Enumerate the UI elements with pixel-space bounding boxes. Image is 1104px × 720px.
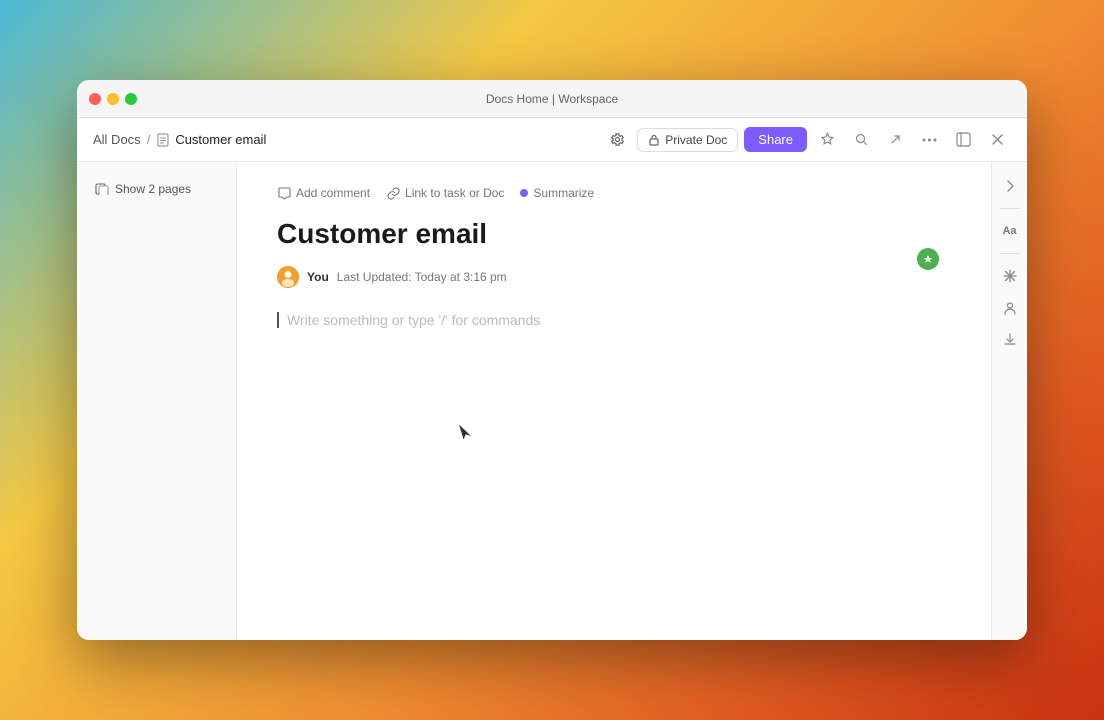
window-title: Docs Home | Workspace [486,92,618,106]
private-doc-label: Private Doc [665,133,727,147]
star-button[interactable] [813,126,841,154]
breadcrumb-current: Customer email [156,132,266,147]
breadcrumb-all-docs[interactable]: All Docs [93,132,141,147]
add-comment-label: Add comment [296,186,370,200]
collapse-button[interactable] [949,126,977,154]
comment-icon [277,186,291,200]
star-icon [820,132,835,147]
toolbar: All Docs / Customer email [77,118,1027,162]
more-icon [922,138,937,142]
editor[interactable]: Add comment Link to task or Doc [237,162,991,640]
app-window: Docs Home | Workspace All Docs / Custome… [77,80,1027,640]
people-icon [1003,301,1017,315]
right-panel-divider-2 [1000,253,1020,254]
right-collapse-icon [1003,179,1017,193]
text-cursor [277,312,279,328]
search-icon [854,132,869,147]
main-area: Show 2 pages Add comment [77,162,1027,640]
font-icon: Aa [1002,225,1016,237]
members-button[interactable] [996,294,1024,322]
right-panel-divider-1 [1000,208,1020,209]
breadcrumb-doc-name: Customer email [175,132,266,147]
pages-icon [95,183,109,195]
breadcrumb: All Docs / Customer email [93,132,595,147]
titlebar: Docs Home | Workspace [77,80,1027,118]
summarize-action[interactable]: Summarize [520,186,594,200]
maximize-button[interactable] [125,93,137,105]
show-pages-label: Show 2 pages [115,182,191,196]
link-task-action[interactable]: Link to task or Doc [386,186,504,200]
editor-placeholder-area[interactable]: Write something or type '/' for commands [277,312,911,328]
add-comment-action[interactable]: Add comment [277,186,370,200]
author-name: You [307,270,329,284]
avatar [277,266,299,288]
breadcrumb-separator: / [147,132,151,147]
export-icon [888,132,903,147]
link-task-label: Link to task or Doc [405,186,504,200]
ai-icon [922,253,934,265]
right-panel-collapse-button[interactable] [996,172,1024,200]
download-icon [1003,333,1017,347]
author-row: You Last Updated: Today at 3:16 pm [277,266,911,288]
settings-icon [610,132,625,147]
filter-button[interactable] [996,262,1024,290]
mouse-cursor [457,422,477,446]
ai-indicator [917,248,939,270]
more-options-button[interactable] [915,126,943,154]
show-pages-button[interactable]: Show 2 pages [89,178,224,200]
collapse-icon [956,132,971,147]
traffic-lights [89,93,137,105]
action-bar: Add comment Link to task or Doc [277,186,911,200]
lock-icon [648,134,660,146]
right-panel: Aa [991,162,1027,640]
sidebar: Show 2 pages [77,162,237,640]
summarize-dot [520,189,528,197]
toolbar-actions: Private Doc Share [603,126,1011,154]
snowflake-icon [1003,269,1017,283]
close-button[interactable] [89,93,101,105]
avatar-image [277,266,299,288]
last-updated: Last Updated: Today at 3:16 pm [337,270,507,284]
summarize-label: Summarize [533,186,594,200]
download-button[interactable] [996,326,1024,354]
link-icon [386,186,400,200]
private-doc-button[interactable]: Private Doc [637,128,738,152]
search-button[interactable] [847,126,875,154]
share-button[interactable]: Share [744,127,807,152]
export-button[interactable] [881,126,909,154]
content-area: Add comment Link to task or Doc [237,162,1027,640]
doc-icon [156,133,170,147]
font-button[interactable]: Aa [996,217,1024,245]
settings-button[interactable] [603,126,631,154]
minimize-button[interactable] [107,93,119,105]
close-icon [992,134,1003,145]
close-button[interactable] [983,126,1011,154]
doc-title: Customer email [277,216,911,252]
editor-placeholder-text: Write something or type '/' for commands [287,312,540,328]
